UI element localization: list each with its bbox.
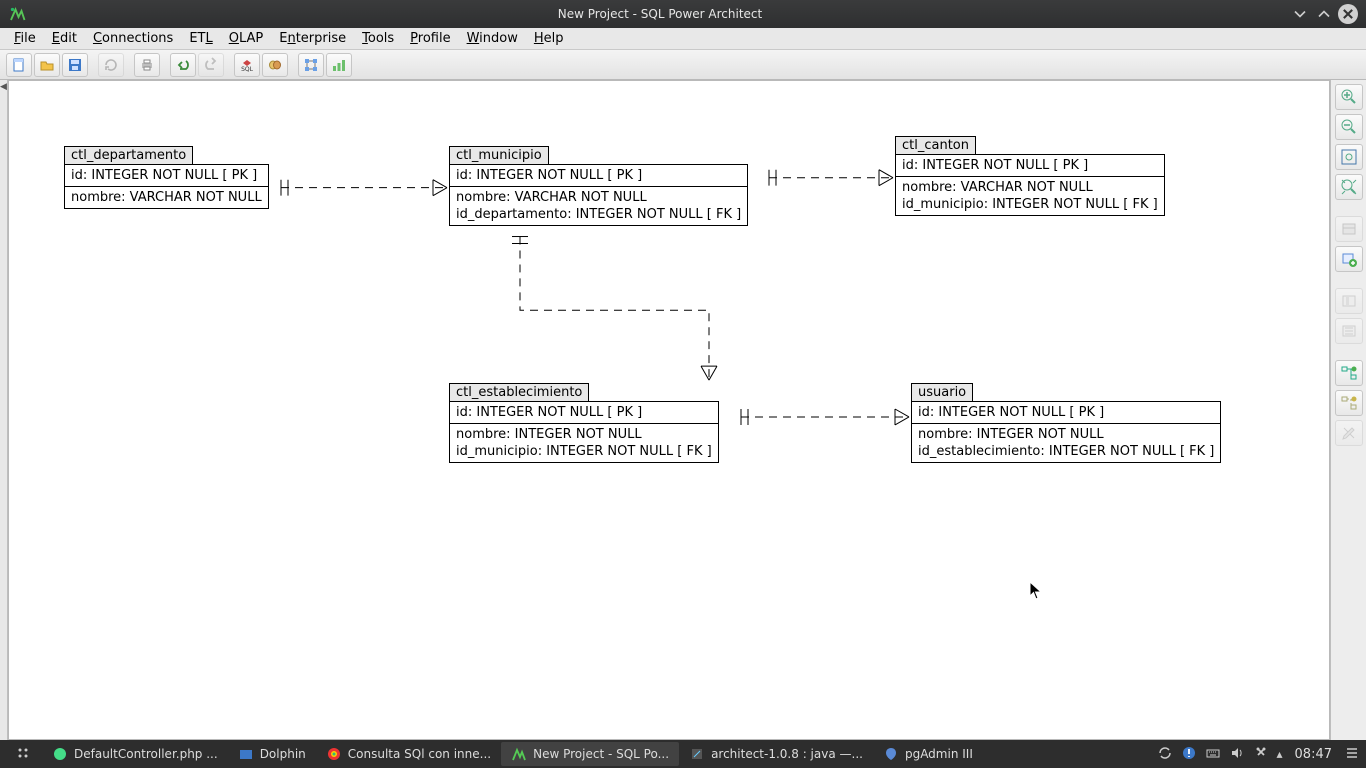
taskbar-item[interactable]: Consulta SQl con inne...	[316, 742, 501, 766]
toolbar-refresh-button[interactable]	[98, 53, 124, 77]
entity-attr: id_departamento: INTEGER NOT NULL [ FK ]	[456, 206, 741, 223]
toolbar-redo-button[interactable]	[198, 53, 224, 77]
palette-index-button[interactable]	[1335, 318, 1363, 344]
palette-identifying-rel-button[interactable]	[1335, 360, 1363, 386]
palette-edit-rel-button[interactable]	[1335, 420, 1363, 446]
toolbar-open-button[interactable]	[34, 53, 60, 77]
app-icon	[8, 5, 26, 23]
menu-help[interactable]: Help	[526, 29, 572, 48]
entity-name: ctl_establecimiento	[449, 383, 589, 401]
entity-attr: id_establecimiento: INTEGER NOT NULL [ F…	[918, 443, 1214, 460]
toolbar-save-button[interactable]	[62, 53, 88, 77]
entity-ctl-municipio[interactable]: ctl_municipio id: INTEGER NOT NULL [ PK …	[449, 146, 748, 226]
toolbar-sql-button[interactable]: SQL	[234, 53, 260, 77]
os-taskbar: DefaultController.php ... Dolphin Consul…	[0, 740, 1366, 768]
menu-tools[interactable]: Tools	[354, 29, 402, 48]
tool-palette	[1330, 80, 1366, 740]
palette-zoom-out-button[interactable]	[1335, 114, 1363, 140]
menu-etl[interactable]: ETL	[181, 29, 220, 48]
menu-connections[interactable]: Connections	[85, 29, 181, 48]
entity-attr: nombre: INTEGER NOT NULL	[918, 426, 1214, 443]
entity-attr: nombre: INTEGER NOT NULL	[456, 426, 712, 443]
palette-insert-table-button[interactable]	[1335, 246, 1363, 272]
system-tray: ▴ 08:47	[1157, 745, 1361, 764]
window-minimize-button[interactable]	[1290, 4, 1310, 24]
entity-pk: id: INTEGER NOT NULL [ PK ]	[71, 167, 262, 184]
tray-clipboard-icon[interactable]	[1253, 745, 1269, 764]
window-title: New Project - SQL Power Architect	[34, 7, 1286, 21]
taskbar-item[interactable]: Dolphin	[228, 742, 316, 766]
tray-menu-icon[interactable]	[1344, 745, 1360, 764]
palette-column-button[interactable]	[1335, 288, 1363, 314]
entity-name: ctl_municipio	[449, 146, 549, 164]
entity-name: usuario	[911, 383, 973, 401]
window-maximize-button[interactable]	[1314, 4, 1334, 24]
menu-file[interactable]: File	[6, 29, 44, 48]
entity-ctl-canton[interactable]: ctl_canton id: INTEGER NOT NULL [ PK ] n…	[895, 136, 1165, 216]
menu-window[interactable]: Window	[459, 29, 526, 48]
toolbar-new-button[interactable]	[6, 53, 32, 77]
tray-clock[interactable]: 08:47	[1295, 747, 1332, 762]
taskbar-item-active[interactable]: New Project - SQL Po...	[501, 742, 679, 766]
taskbar-item[interactable]: pgAdmin III	[873, 742, 983, 766]
menu-bar: File Edit Connections ETL OLAP Enterpris…	[0, 28, 1366, 50]
window-close-button[interactable]	[1338, 4, 1358, 24]
svg-text:SQL: SQL	[241, 66, 254, 73]
toolbar: SQL	[0, 50, 1366, 80]
palette-table-button[interactable]	[1335, 216, 1363, 242]
left-collapse-handle[interactable]: ◀	[0, 80, 8, 740]
toolbar-profile-button[interactable]	[326, 53, 352, 77]
palette-zoom-in-button[interactable]	[1335, 84, 1363, 110]
entity-pk: id: INTEGER NOT NULL [ PK ]	[902, 157, 1158, 174]
entity-name: ctl_canton	[895, 136, 976, 154]
menu-profile[interactable]: Profile	[402, 29, 458, 48]
main-area: ◀	[0, 80, 1366, 740]
palette-nonidentifying-rel-button[interactable]	[1335, 390, 1363, 416]
palette-zoom-fit-button[interactable]	[1335, 144, 1363, 170]
entity-attr: nombre: VARCHAR NOT NULL	[902, 179, 1158, 196]
tray-keyboard-icon[interactable]	[1205, 745, 1221, 764]
entity-pk: id: INTEGER NOT NULL [ PK ]	[456, 404, 712, 421]
tray-update-icon[interactable]	[1181, 745, 1197, 764]
tray-sync-icon[interactable]	[1157, 745, 1173, 764]
toolbar-print-button[interactable]	[134, 53, 160, 77]
entity-usuario[interactable]: usuario id: INTEGER NOT NULL [ PK ] nomb…	[911, 383, 1221, 463]
taskbar-launcher[interactable]	[6, 742, 42, 766]
menu-edit[interactable]: Edit	[44, 29, 85, 48]
entity-attr: nombre: VARCHAR NOT NULL	[456, 189, 741, 206]
diagram-canvas[interactable]: ctl_departamento id: INTEGER NOT NULL [ …	[8, 80, 1330, 740]
toolbar-compare-button[interactable]	[262, 53, 288, 77]
entity-ctl-departamento[interactable]: ctl_departamento id: INTEGER NOT NULL [ …	[64, 146, 269, 209]
entity-pk: id: INTEGER NOT NULL [ PK ]	[918, 404, 1214, 421]
entity-ctl-establecimiento[interactable]: ctl_establecimiento id: INTEGER NOT NULL…	[449, 383, 719, 463]
toolbar-layout-button[interactable]	[298, 53, 324, 77]
toolbar-undo-button[interactable]	[170, 53, 196, 77]
tray-volume-icon[interactable]	[1229, 745, 1245, 764]
entity-attr: id_municipio: INTEGER NOT NULL [ FK ]	[902, 196, 1158, 213]
window-titlebar: New Project - SQL Power Architect	[0, 0, 1366, 28]
palette-zoom-reset-button[interactable]	[1335, 174, 1363, 200]
menu-enterprise[interactable]: Enterprise	[271, 29, 354, 48]
entity-attr: nombre: VARCHAR NOT NULL	[71, 189, 262, 206]
menu-olap[interactable]: OLAP	[221, 29, 272, 48]
tray-expand-icon[interactable]: ▴	[1277, 747, 1283, 761]
entity-pk: id: INTEGER NOT NULL [ PK ]	[456, 167, 741, 184]
entity-name: ctl_departamento	[64, 146, 193, 164]
mouse-cursor-icon	[1029, 581, 1043, 601]
entity-attr: id_municipio: INTEGER NOT NULL [ FK ]	[456, 443, 712, 460]
taskbar-item[interactable]: DefaultController.php ...	[42, 742, 228, 766]
taskbar-item[interactable]: architect-1.0.8 : java —...	[679, 742, 873, 766]
